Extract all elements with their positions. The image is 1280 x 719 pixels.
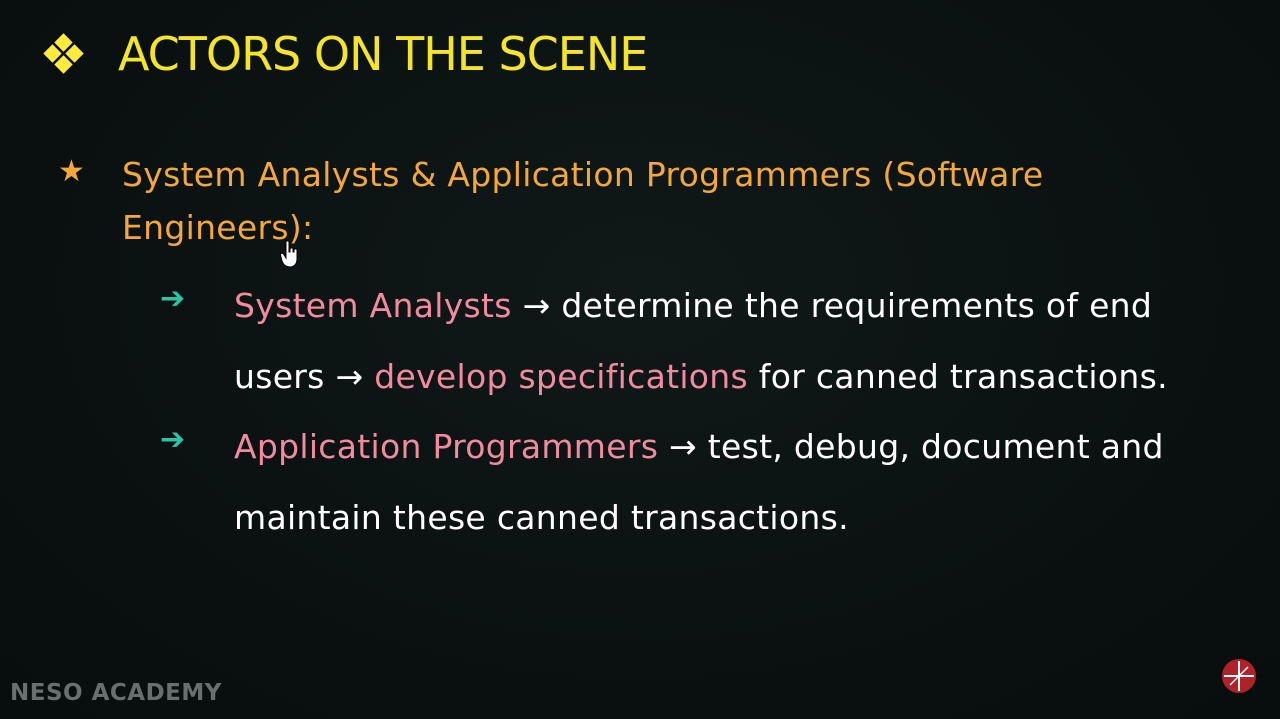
arrow-text: → bbox=[658, 427, 708, 466]
right-arrow-icon: ➔ bbox=[160, 281, 186, 316]
sub-bullet-text: System Analysts → determine the requirem… bbox=[234, 270, 1234, 412]
title-row: ACTORS ON THE SCENE bbox=[43, 26, 648, 82]
slide: ACTORS ON THE SCENE ★ System Analysts & … bbox=[0, 0, 1280, 719]
four-diamond-icon bbox=[43, 33, 84, 74]
term-application-programmers: Application Programmers bbox=[234, 427, 659, 466]
arrow-text: → bbox=[324, 357, 375, 396]
star-icon: ★ bbox=[58, 154, 85, 189]
term-system-analysts: System Analysts bbox=[234, 286, 512, 325]
hand-pointer-icon bbox=[280, 240, 298, 268]
term-develop-specifications: develop specifications bbox=[374, 357, 748, 396]
brand-watermark: NESO ACADEMY bbox=[10, 680, 222, 706]
right-arrow-icon: ➔ bbox=[160, 422, 186, 457]
neso-logo-icon bbox=[1222, 659, 1256, 693]
main-bullet-text: System Analysts & Application Programmer… bbox=[122, 155, 1044, 247]
sub-bullet-text: Application Programmers → test, debug, d… bbox=[234, 411, 1234, 553]
slide-title: ACTORS ON THE SCENE bbox=[118, 27, 648, 81]
arrow-text: → bbox=[511, 286, 562, 325]
description-text: for canned transactions. bbox=[748, 357, 1168, 396]
